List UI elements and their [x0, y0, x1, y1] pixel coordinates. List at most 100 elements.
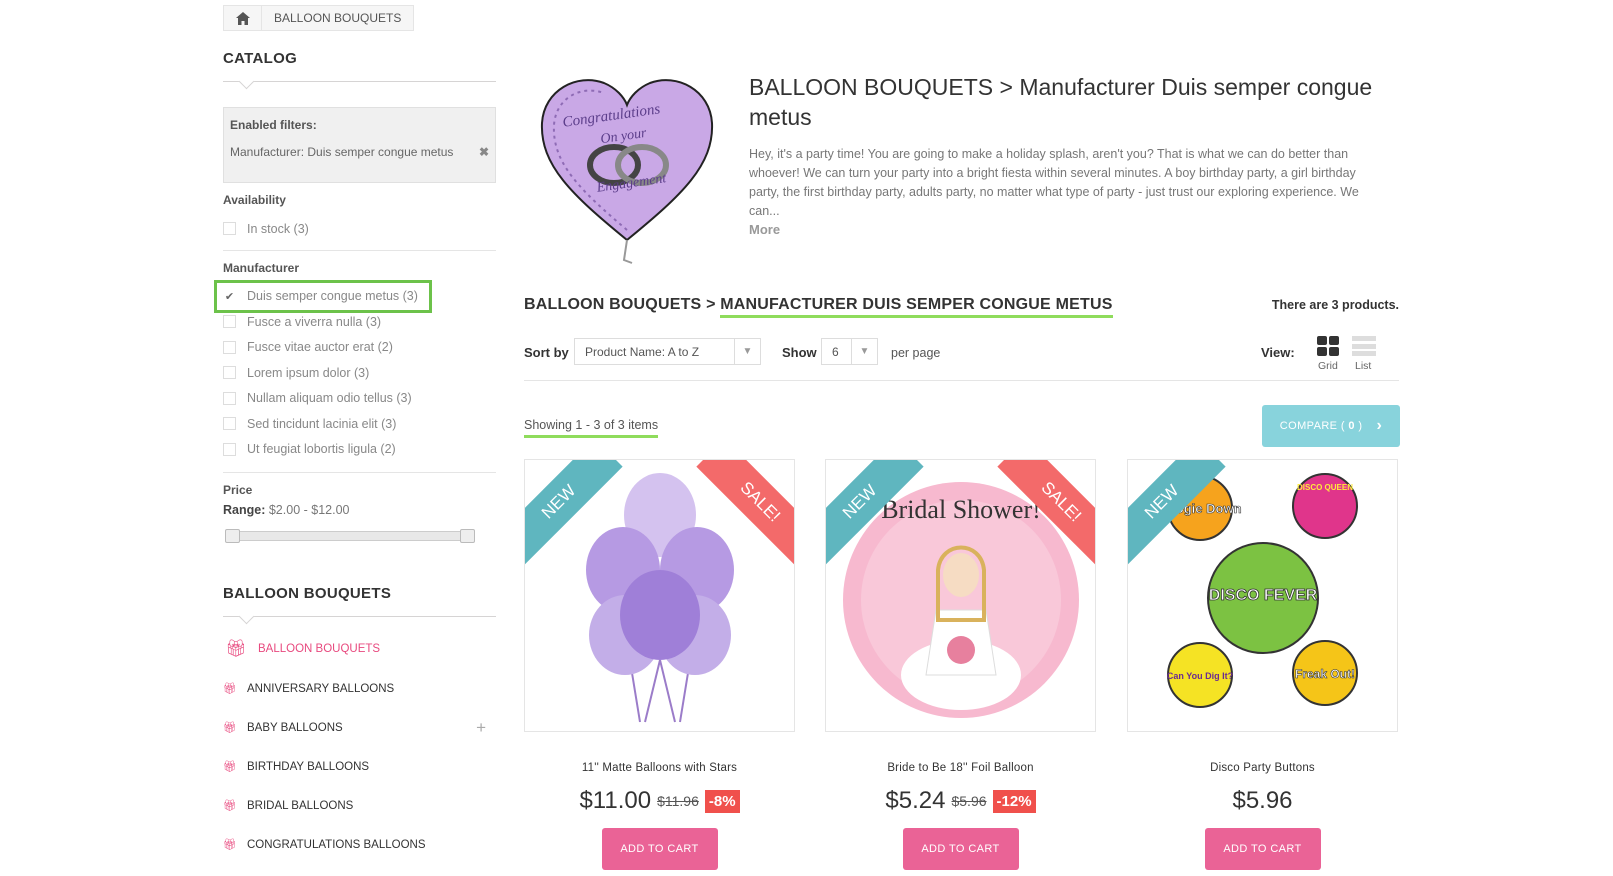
manufacturer-label: Manufacturer: [223, 260, 300, 275]
enabled-filters-title: Enabled filters:: [230, 118, 317, 132]
add-to-cart-button[interactable]: ADD TO CART: [902, 828, 1019, 870]
home-icon[interactable]: [224, 6, 262, 30]
compare-button[interactable]: COMPARE ( 0 ) ›: [1262, 405, 1400, 447]
show-select[interactable]: 6 ▼: [821, 338, 878, 365]
product-image[interactable]: Boogie Down DISCO QUEEN DISCO FEVER Can …: [1127, 459, 1398, 732]
checkbox[interactable]: [223, 222, 236, 236]
listing-heading: BALLOON BOUQUETS > MANUFACTURER DUIS SEM…: [524, 296, 1399, 318]
availability-label: Availability: [223, 193, 286, 207]
product-name[interactable]: Disco Party Buttons: [1127, 762, 1398, 774]
filter-item-label: Nullam aliquam odio tellus (3): [247, 391, 412, 406]
category-item-label: BIRTHDAY BALLOONS: [247, 760, 370, 773]
category-item-bridal[interactable]: 🎁︎ BRIDAL BALLOONS: [223, 786, 496, 825]
product-card: Boogie Down DISCO QUEEN DISCO FEVER Can …: [1127, 459, 1398, 870]
gift-icon: 🎁︎: [223, 839, 237, 851]
catalog-title: CATALOG: [223, 50, 496, 82]
grid-view-label[interactable]: Grid: [1318, 360, 1338, 372]
filter-item-manufacturer-4[interactable]: Nullam aliquam odio tellus (3): [223, 386, 496, 412]
compare-count: 0: [1348, 420, 1355, 432]
gift-icon: 🎁︎: [225, 639, 247, 658]
sort-select[interactable]: Product Name: A to Z ▼: [574, 338, 761, 365]
checkbox[interactable]: [223, 315, 236, 329]
price-slider[interactable]: [225, 529, 475, 543]
price-label: Price: [223, 483, 253, 497]
heading-prefix: BALLOON BOUQUETS >: [524, 296, 721, 313]
filter-item-manufacturer-5[interactable]: Sed tincidunt lacinia elit (3): [223, 411, 496, 437]
price-range: Range: $2.00 - $12.00: [223, 503, 496, 517]
discount-badge: -12%: [992, 789, 1036, 813]
product-card: NEW SALE! 11'' Matte Balloons with Stars…: [524, 459, 795, 870]
checkbox[interactable]: [223, 442, 236, 456]
category-item-label: BRIDAL BALLOONS: [247, 799, 354, 812]
chevron-down-icon: ▼: [734, 339, 760, 364]
product-image[interactable]: Bridal Shower! NEW SALE!: [825, 459, 1096, 732]
slider-handle-max[interactable]: [460, 529, 475, 543]
filter-item-label: In stock (3): [247, 221, 309, 236]
list-view-label[interactable]: List: [1355, 360, 1371, 372]
compare-close: ): [1358, 420, 1363, 432]
filter-item-manufacturer-1[interactable]: Fusce a viverra nulla (3): [223, 309, 496, 335]
category-item-label: ANNIVERSARY BALLOONS: [247, 682, 395, 695]
checkbox[interactable]: [223, 417, 236, 431]
showing-items: Showing 1 - 3 of 3 items: [524, 418, 659, 438]
per-page-label: per page: [891, 346, 941, 360]
category-item-label: BABY BALLOONS: [247, 721, 343, 734]
slider-handle-min[interactable]: [225, 529, 240, 543]
category-item-label: BALLOON BOUQUETS: [258, 643, 381, 655]
checkbox[interactable]: [223, 366, 236, 380]
product-old-price: $5.96: [951, 793, 987, 809]
product-prices: $11.00 $11.96 -8%: [524, 787, 795, 815]
compare-label: COMPARE (: [1279, 420, 1345, 432]
price-filter: Price Range: $2.00 - $12.00: [223, 473, 496, 543]
more-link[interactable]: More: [749, 222, 780, 237]
product-count: There are 3 products.: [1271, 298, 1399, 312]
filter-item-label: Lorem ipsum dolor (3): [247, 365, 370, 380]
category-item-birthday[interactable]: 🎁︎ BIRTHDAY BALLOONS: [223, 747, 496, 786]
chevron-down-icon: ▼: [851, 339, 877, 364]
view-label: View:: [1261, 345, 1295, 360]
filter-item-label: Ut feugiat lobortis ligula (2): [247, 442, 396, 457]
add-to-cart-button[interactable]: ADD TO CART: [1204, 828, 1321, 870]
show-label: Show: [782, 345, 817, 360]
image-text: Bridal Shower!: [881, 495, 1041, 524]
product-image[interactable]: NEW SALE!: [524, 459, 795, 732]
filter-item-manufacturer-6[interactable]: Ut feugiat lobortis ligula (2): [223, 437, 496, 463]
range-value: $2.00 - $12.00: [268, 503, 350, 517]
filter-item-manufacturer-2[interactable]: Fusce vitae auctor erat (2): [223, 335, 496, 361]
filter-item-manufacturer-0[interactable]: ✔ Duis semper congue metus (3): [214, 279, 496, 313]
category-item-anniversary[interactable]: 🎁︎ ANNIVERSARY BALLOONS: [223, 669, 496, 708]
filter-item-label: Fusce vitae auctor erat (2): [247, 340, 393, 355]
checkbox[interactable]: [223, 340, 236, 354]
show-value: 6: [832, 344, 839, 359]
category-block: BALLOON BOUQUETS 🎁︎ BALLOON BOUQUETS 🎁︎ …: [223, 585, 496, 864]
image-text: Can You Dig It?: [1167, 671, 1233, 681]
filter-item-manufacturer-3[interactable]: Lorem ipsum dolor (3): [223, 360, 496, 386]
sort-label: Sort by: [524, 345, 569, 360]
remove-filter-icon[interactable]: ✖: [479, 145, 489, 159]
image-text: DISCO FEVER: [1209, 587, 1318, 604]
add-to-cart-button[interactable]: ADD TO CART: [601, 828, 718, 870]
category-item-label: CONGRATULATIONS BALLOONS: [247, 838, 426, 851]
gift-icon: 🎁︎: [223, 722, 237, 734]
checkbox[interactable]: [223, 391, 236, 405]
category-item-congratulations[interactable]: 🎁︎ CONGRATULATIONS BALLOONS: [223, 825, 496, 864]
expand-plus-icon[interactable]: +: [476, 718, 486, 738]
list-view-icon[interactable]: [1352, 336, 1376, 356]
category-item-balloon-bouquets[interactable]: 🎁︎ BALLOON BOUQUETS: [223, 629, 496, 669]
product-prices: $5.96: [1127, 787, 1398, 815]
sort-bar: Sort by Product Name: A to Z ▼ Show 6 ▼ …: [524, 336, 1399, 381]
filter-item-in-stock[interactable]: In stock (3): [223, 216, 496, 242]
image-text: DISCO QUEEN: [1297, 483, 1353, 492]
breadcrumb: BALLOON BOUQUETS: [223, 5, 415, 31]
product-name[interactable]: Bride to Be 18'' Foil Balloon: [825, 762, 1096, 774]
main-content: Congratulations On your Engagement BALLO…: [524, 0, 1400, 876]
sort-value: Product Name: A to Z: [585, 344, 700, 359]
product-prices: $5.24 $5.96 -12%: [825, 787, 1096, 815]
grid-view-icon[interactable]: [1317, 336, 1339, 356]
range-label: Range:: [223, 503, 266, 517]
heading-main: MANUFACTURER DUIS SEMPER CONGUE METUS: [720, 296, 1113, 318]
discount-badge: -8%: [704, 789, 740, 813]
product-name[interactable]: 11'' Matte Balloons with Stars: [524, 762, 795, 774]
enabled-filter-value: Manufacturer: Duis semper congue metus: [230, 145, 454, 159]
category-item-baby[interactable]: 🎁︎ BABY BALLOONS +: [223, 708, 496, 747]
